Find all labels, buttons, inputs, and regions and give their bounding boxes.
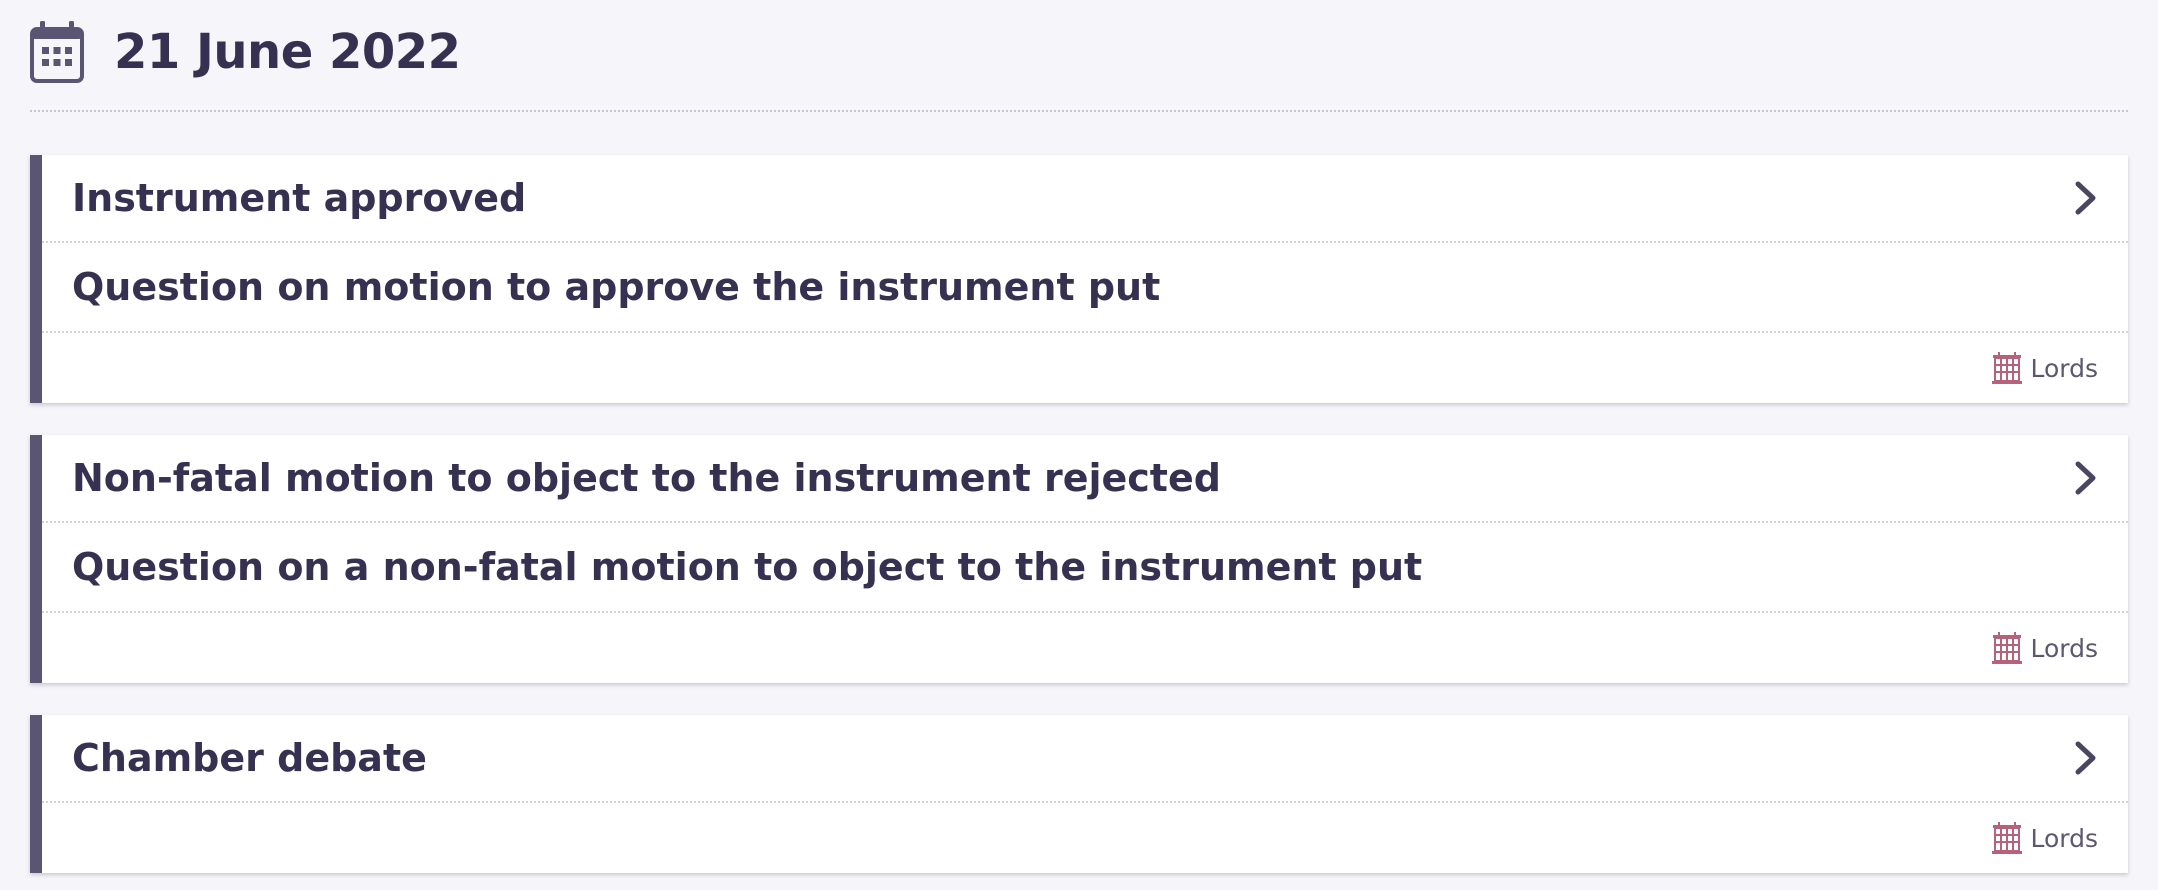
event-footer: Lords [42, 333, 2128, 403]
house-label: Lords [2030, 633, 2098, 663]
portcullis-icon [1992, 352, 2023, 384]
event-subtitle: Question on motion to approve the instru… [72, 265, 1161, 309]
event-title[interactable]: Chamber debate [72, 736, 427, 780]
house-tag: Lords [1992, 632, 2098, 664]
date-heading: 21 June 2022 [114, 24, 461, 80]
timeline-section: 21 June 2022 Instrument approved Questio… [30, 0, 2128, 873]
house-label: Lords [2030, 353, 2098, 383]
portcullis-icon [1992, 632, 2023, 664]
calendar-icon [30, 21, 84, 83]
chevron-right-icon[interactable] [2074, 741, 2098, 775]
event-subtitle-row: Question on a non-fatal motion to object… [42, 523, 2128, 613]
event-card[interactable]: Instrument approved Question on motion t… [30, 155, 2128, 403]
event-subtitle-row: Question on motion to approve the instru… [42, 243, 2128, 333]
event-title-row[interactable]: Chamber debate [42, 715, 2128, 803]
date-header: 21 June 2022 [30, 0, 2128, 112]
house-tag: Lords [1992, 822, 2098, 854]
portcullis-icon [1992, 822, 2023, 854]
event-title-row[interactable]: Non-fatal motion to object to the instru… [42, 435, 2128, 523]
event-title[interactable]: Instrument approved [72, 176, 526, 220]
event-footer: Lords [42, 803, 2128, 873]
event-card[interactable]: Non-fatal motion to object to the instru… [30, 435, 2128, 683]
house-tag: Lords [1992, 352, 2098, 384]
event-title[interactable]: Non-fatal motion to object to the instru… [72, 456, 1221, 500]
event-footer: Lords [42, 613, 2128, 683]
event-card[interactable]: Chamber debate Lords [30, 715, 2128, 873]
chevron-right-icon[interactable] [2074, 461, 2098, 495]
event-subtitle: Question on a non-fatal motion to object… [72, 545, 1423, 589]
event-title-row[interactable]: Instrument approved [42, 155, 2128, 243]
chevron-right-icon[interactable] [2074, 181, 2098, 215]
house-label: Lords [2030, 823, 2098, 853]
